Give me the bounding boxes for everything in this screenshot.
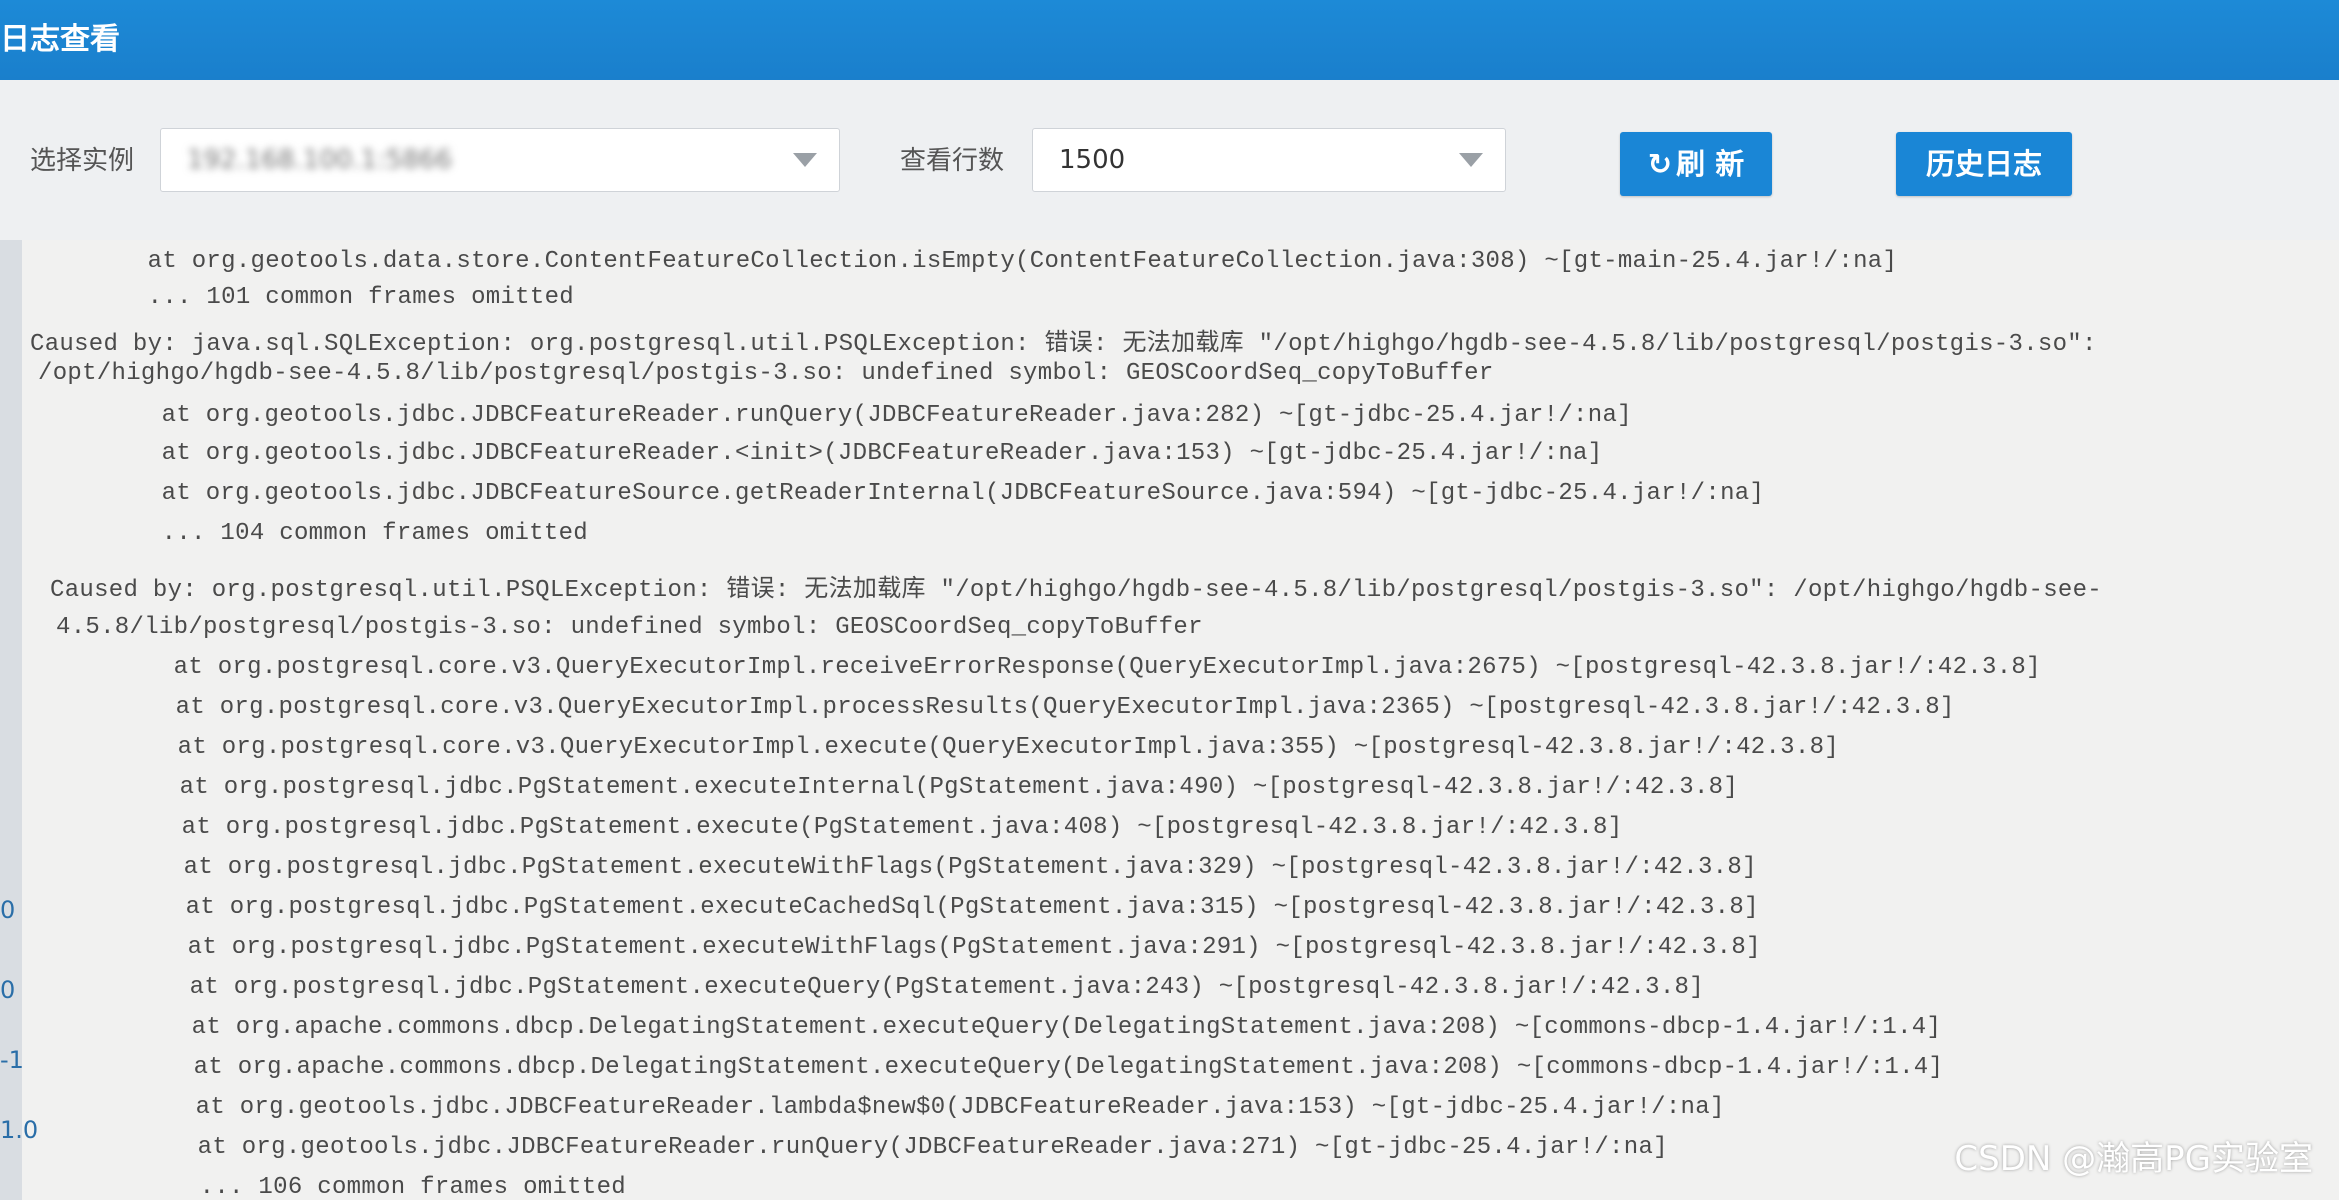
log-content-pane[interactable]: at org.geotools.data.store.ContentFeatur… <box>0 240 2339 1200</box>
log-line: at org.postgresql.jdbc.PgStatement.execu… <box>72 974 1704 1001</box>
log-line: at org.postgresql.jdbc.PgStatement.execu… <box>66 854 1757 881</box>
log-line: at org.geotools.jdbc.JDBCFeatureSource.g… <box>44 480 1765 507</box>
gutter-number: 0 <box>0 976 16 1004</box>
window-title: 日志查看 <box>0 22 120 57</box>
history-log-button-label: 历史日志 <box>1925 147 2042 181</box>
log-line: at org.postgresql.core.v3.QueryExecutorI… <box>56 654 2041 681</box>
log-line: at org.postgresql.core.v3.QueryExecutorI… <box>60 734 1839 761</box>
gutter-number: 1.0 <box>0 1116 39 1144</box>
refresh-button[interactable]: ↻ 刷 新 <box>1620 132 1772 196</box>
log-line: at org.postgresql.core.v3.QueryExecutorI… <box>58 694 1955 721</box>
log-line: /opt/highgo/hgdb-see-4.5.8/lib/postgresq… <box>38 360 1494 387</box>
refresh-icon: ↻ <box>1647 147 1673 181</box>
log-line: at org.apache.commons.dbcp.DelegatingSta… <box>76 1054 1944 1081</box>
log-viewer-window: 日志查看 选择实例 192.168.100.1:5866 查看行数 1500 ↻… <box>0 0 2339 1200</box>
log-line: ... 106 common frames omitted <box>82 1174 626 1200</box>
log-line: at org.postgresql.jdbc.PgStatement.execu… <box>62 774 1739 801</box>
log-line: at org.geotools.data.store.ContentFeatur… <box>30 248 1898 275</box>
toolbar: 选择实例 192.168.100.1:5866 查看行数 1500 ↻ 刷 新 历… <box>0 80 2339 240</box>
instance-label: 选择实例 <box>30 146 135 176</box>
log-line: at org.apache.commons.dbcp.DelegatingSta… <box>74 1014 1942 1041</box>
watermark: CSDN @瀚高PG实验室 <box>1954 1139 2313 1179</box>
title-bar: 日志查看 <box>0 0 2339 80</box>
chevron-down-icon <box>793 153 817 167</box>
refresh-button-label: 刷 新 <box>1676 147 1745 181</box>
rows-label: 查看行数 <box>900 146 1005 176</box>
log-line: ... 104 common frames omitted <box>44 520 588 547</box>
log-line: at org.geotools.jdbc.JDBCFeatureReader.r… <box>44 402 1632 429</box>
log-line: at org.postgresql.jdbc.PgStatement.execu… <box>68 894 1759 921</box>
left-gutter: 0 0 -1 1.0 <box>0 240 38 1200</box>
log-line: at org.geotools.jdbc.JDBCFeatureReader.l… <box>78 1094 1725 1121</box>
rows-select-value: 1500 <box>1059 145 1126 175</box>
log-line: at org.postgresql.jdbc.PgStatement.execu… <box>64 814 1623 841</box>
rows-select[interactable]: 1500 <box>1032 128 1506 192</box>
log-line: 4.5.8/lib/postgresql/postgis-3.so: undef… <box>56 614 1203 641</box>
chevron-down-icon <box>1459 153 1483 167</box>
log-line: Caused by: org.postgresql.util.PSQLExcep… <box>50 577 2102 604</box>
log-line: at org.postgresql.jdbc.PgStatement.execu… <box>70 934 1761 961</box>
instance-select[interactable]: 192.168.100.1:5866 <box>160 128 840 192</box>
log-line: Caused by: java.sql.SQLException: org.po… <box>30 331 2097 358</box>
gutter-number: 0 <box>0 896 16 924</box>
log-line: at org.geotools.jdbc.JDBCFeatureReader.r… <box>80 1134 1668 1161</box>
log-line: at org.geotools.jdbc.JDBCFeatureReader.<… <box>44 440 1603 467</box>
history-log-button[interactable]: 历史日志 <box>1896 132 2072 196</box>
gutter-number: -1 <box>0 1046 24 1074</box>
instance-select-value: 192.168.100.1:5866 <box>187 145 453 175</box>
log-line: ... 101 common frames omitted <box>30 284 574 311</box>
